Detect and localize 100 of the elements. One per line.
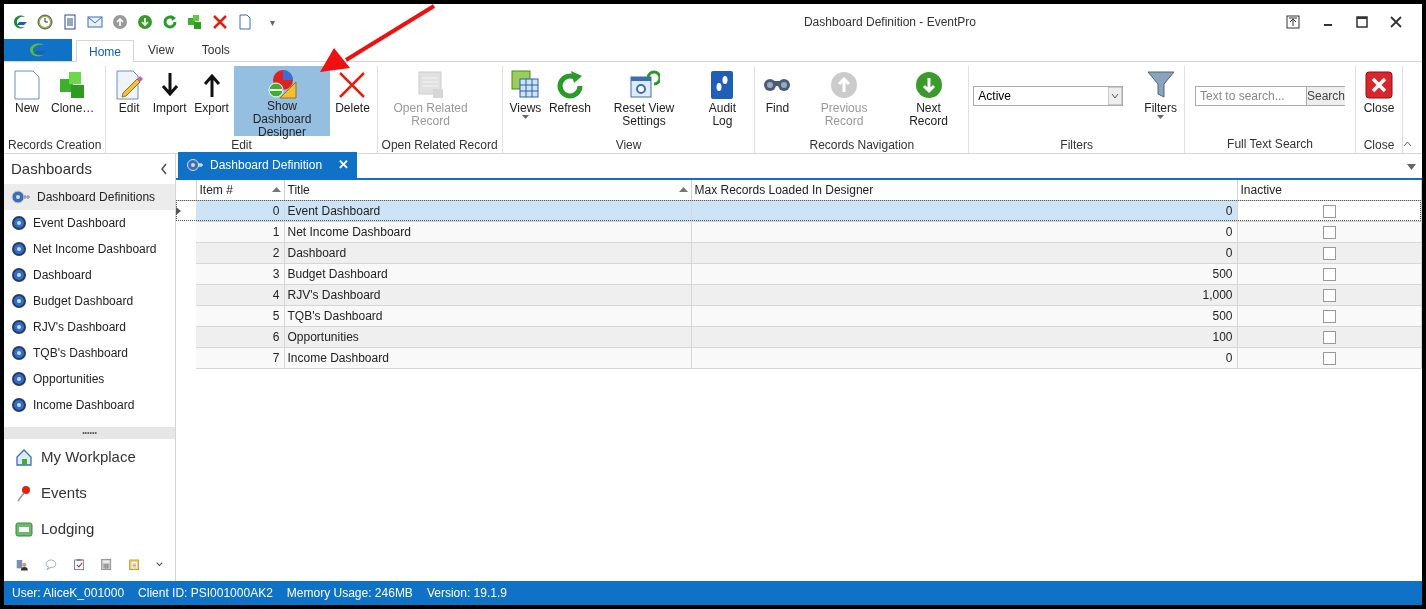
table-cell: 500 [691,263,1237,284]
status-text: Memory Usage: 246MB [286,585,413,602]
ribbon-button[interactable]: Delete [332,66,373,136]
table-cell: 7 [196,347,284,368]
table-cell: 3 [196,263,284,284]
ribbon-button[interactable]: Close [1360,66,1398,136]
dashboard-disc-icon [11,215,27,231]
ribbon-button[interactable]: Views [506,66,545,136]
dashboard-disc-icon [11,241,27,257]
checkbox[interactable] [1322,204,1336,218]
filter-dropdown[interactable]: Active [973,86,1124,106]
table-cell: 2 [196,242,284,263]
window-gear-icon [628,69,660,101]
ribbon-button[interactable]: Refresh [546,66,594,136]
table-cell: 6 [196,326,284,347]
table-cell: 500 [691,305,1237,326]
search-button[interactable]: Search [1306,87,1346,105]
ribbon-group-label: Close [1362,137,1396,154]
sidebar-item[interactable]: Event Dashboard [4,210,175,236]
dashboard-disc-icon [11,371,27,387]
ribbon-tab[interactable]: Home [76,40,134,62]
down-arrow-circle-icon[interactable] [137,14,153,30]
document-icon[interactable] [62,14,78,30]
ribbon-group-label: View [614,137,643,154]
pushpin-icon [15,484,33,502]
close-tab-glyph[interactable]: ✕ [338,155,350,175]
sidebar-item[interactable]: TQB's Dashboard [4,340,175,366]
column-header[interactable]: Title [287,180,310,199]
table-cell: Dashboard [284,242,691,263]
collapse-ribbon-icon[interactable] [1403,141,1412,147]
table-cell: 0 [196,200,284,221]
ribbon-group-label: Open Related Record [381,137,498,154]
binoculars-icon [764,79,791,91]
nav-pane-button[interactable]: Events [4,475,175,511]
collapse-icon[interactable] [160,163,168,175]
app-menu-button[interactable] [4,39,72,61]
copy-cubes-icon[interactable] [187,14,203,30]
customize-toolbar-glyph[interactable]: ▾ [270,14,275,30]
ribbon-group-label: Full Text Search [1226,136,1314,153]
blank-page-icon[interactable] [237,14,253,30]
chevron-down-icon[interactable] [156,560,163,568]
sidebar-item[interactable]: Budget Dashboard [4,288,175,314]
dashboard-disc-icon [11,267,27,283]
checkbox[interactable] [1322,246,1336,260]
ribbon-button[interactable]: Audit Log [694,66,751,136]
checkbox[interactable] [1322,309,1336,323]
table-cell: 0 [691,200,1237,221]
dashboard-disc-icon [11,345,27,361]
table-cell: 1,000 [691,284,1237,305]
sidebar-item[interactable]: Net Income Dashboard [4,236,175,262]
nav-pane-button[interactable]: My Workplace [4,439,175,475]
ribbon-button[interactable]: Find [759,66,796,136]
checkbox[interactable] [1322,351,1336,365]
search-field[interactable]: Text to search... Search [1195,86,1345,106]
mail-icon[interactable] [87,14,103,30]
ribbon-button[interactable]: New [8,66,46,136]
ribbon-button[interactable]: Export [191,66,232,136]
status-text: Client ID: PSI001000AK2 [138,585,273,602]
delete-x-icon[interactable] [212,14,228,30]
checkbox[interactable] [1322,330,1336,344]
table-cell: Income Dashboard [284,347,691,368]
house-icon [15,448,33,466]
close-icon [1363,69,1395,101]
sidebar-item[interactable]: Dashboard Definitions [4,184,175,210]
ribbon-button[interactable]: Reset View Settings [595,66,693,136]
ribbon-button[interactable]: Filters [1141,66,1180,136]
restore-ribbon-icon[interactable] [1286,15,1300,29]
magnifier-gear-icon [11,189,31,205]
checkbox[interactable] [1322,267,1336,281]
sidebar-item[interactable]: Dashboard [4,262,175,288]
table-cell: 5 [196,305,284,326]
ribbon-tab[interactable]: View [134,39,188,61]
app-logo-icon[interactable] [12,14,28,30]
dashboard-disc-icon [11,397,27,413]
checkbox[interactable] [1322,288,1336,302]
close-icon[interactable] [1390,16,1402,28]
refresh-icon[interactable] [162,14,178,30]
ribbon-button[interactable]: Import [149,66,190,136]
table-cell: Net Income Dashboard [284,221,691,242]
nav-pane-button[interactable]: Lodging [4,511,175,547]
dashboard-disc-icon [11,319,27,335]
table-cell: 0 [691,221,1237,242]
bed-icon [15,520,33,538]
ribbon-tab[interactable]: Tools [187,39,244,61]
column-header[interactable]: Max Records Loaded In Designer [694,180,874,199]
document-tab[interactable]: Dashboard Definition ✕ [178,152,358,178]
sidebar-item[interactable]: Income Dashboard [4,392,175,418]
ribbon-button[interactable]: Next Record [892,66,965,136]
sidebar-item[interactable]: RJV's Dashboard [4,314,175,340]
maximize-icon[interactable] [1356,16,1368,28]
clock-icon[interactable] [37,14,53,30]
up-arrow-circle-icon[interactable] [112,14,128,30]
table-cell: 4 [196,284,284,305]
ribbon-button[interactable]: Edit [110,66,148,136]
ribbon-button[interactable]: Clone… [48,66,98,136]
tab-list-dropdown-icon[interactable] [1407,164,1416,170]
column-header[interactable]: Inactive [1240,180,1282,199]
checkbox[interactable] [1322,225,1336,239]
column-header[interactable]: Item # [199,180,233,199]
sidebar-item[interactable]: Opportunities [4,366,175,392]
